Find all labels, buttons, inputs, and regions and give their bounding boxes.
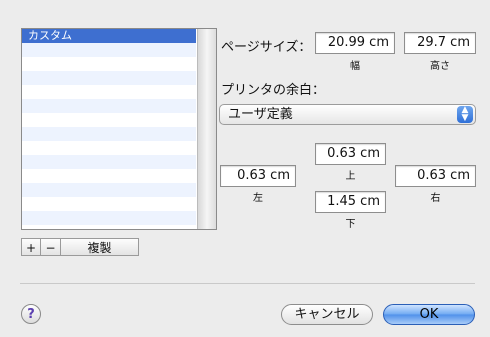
empty-list-row	[22, 113, 196, 127]
margin-right-caption: 右	[430, 193, 441, 204]
page-height-caption: 高さ	[430, 61, 450, 72]
ok-button[interactable]: OK	[383, 304, 475, 325]
empty-list-row	[22, 71, 196, 85]
page-size-label: ページサイズ：	[221, 40, 312, 55]
empty-list-row	[22, 183, 196, 197]
cancel-button[interactable]: キャンセル	[281, 304, 373, 325]
remove-button[interactable]: −	[40, 238, 61, 256]
add-button[interactable]: +	[21, 238, 41, 256]
margin-top-field[interactable]: 0.63 cm	[315, 143, 386, 165]
margin-preset-value: ユーザ定義	[228, 107, 293, 122]
margin-preset-select[interactable]: ユーザ定義 ▲ ▼	[219, 104, 476, 125]
empty-list-row	[22, 211, 196, 225]
margin-left-caption: 左	[253, 193, 263, 204]
page-width-caption: 幅	[350, 61, 360, 72]
margin-top-caption: 上	[345, 171, 356, 182]
page-height-field[interactable]: 29.7 cm	[404, 32, 476, 54]
margin-right-field[interactable]: 0.63 cm	[395, 165, 476, 187]
empty-list-row	[22, 225, 196, 229]
margins-label: プリンタの余白：	[221, 83, 326, 98]
footer-separator	[20, 283, 475, 284]
help-button[interactable]: ?	[21, 304, 41, 324]
page-width-field[interactable]: 20.99 cm	[315, 32, 395, 54]
margin-left-field[interactable]: 0.63 cm	[220, 165, 296, 187]
empty-list-row	[22, 155, 196, 169]
list-scrollbar[interactable]	[197, 29, 216, 229]
empty-list-row	[22, 43, 196, 57]
empty-list-row	[22, 85, 196, 99]
empty-list-row	[22, 127, 196, 141]
empty-list-row	[22, 169, 196, 183]
paper-size-item[interactable]: カスタム	[22, 29, 196, 43]
empty-list-row	[22, 197, 196, 211]
paper-size-list[interactable]: カスタム	[21, 28, 217, 230]
select-arrows-icon: ▲ ▼	[457, 106, 473, 123]
empty-list-row	[22, 141, 196, 155]
duplicate-button[interactable]: 複製	[60, 238, 139, 256]
margin-bottom-caption: 下	[345, 219, 356, 230]
empty-list-row	[22, 57, 196, 71]
margin-bottom-field[interactable]: 1.45 cm	[315, 191, 386, 213]
empty-list-row	[22, 99, 196, 113]
